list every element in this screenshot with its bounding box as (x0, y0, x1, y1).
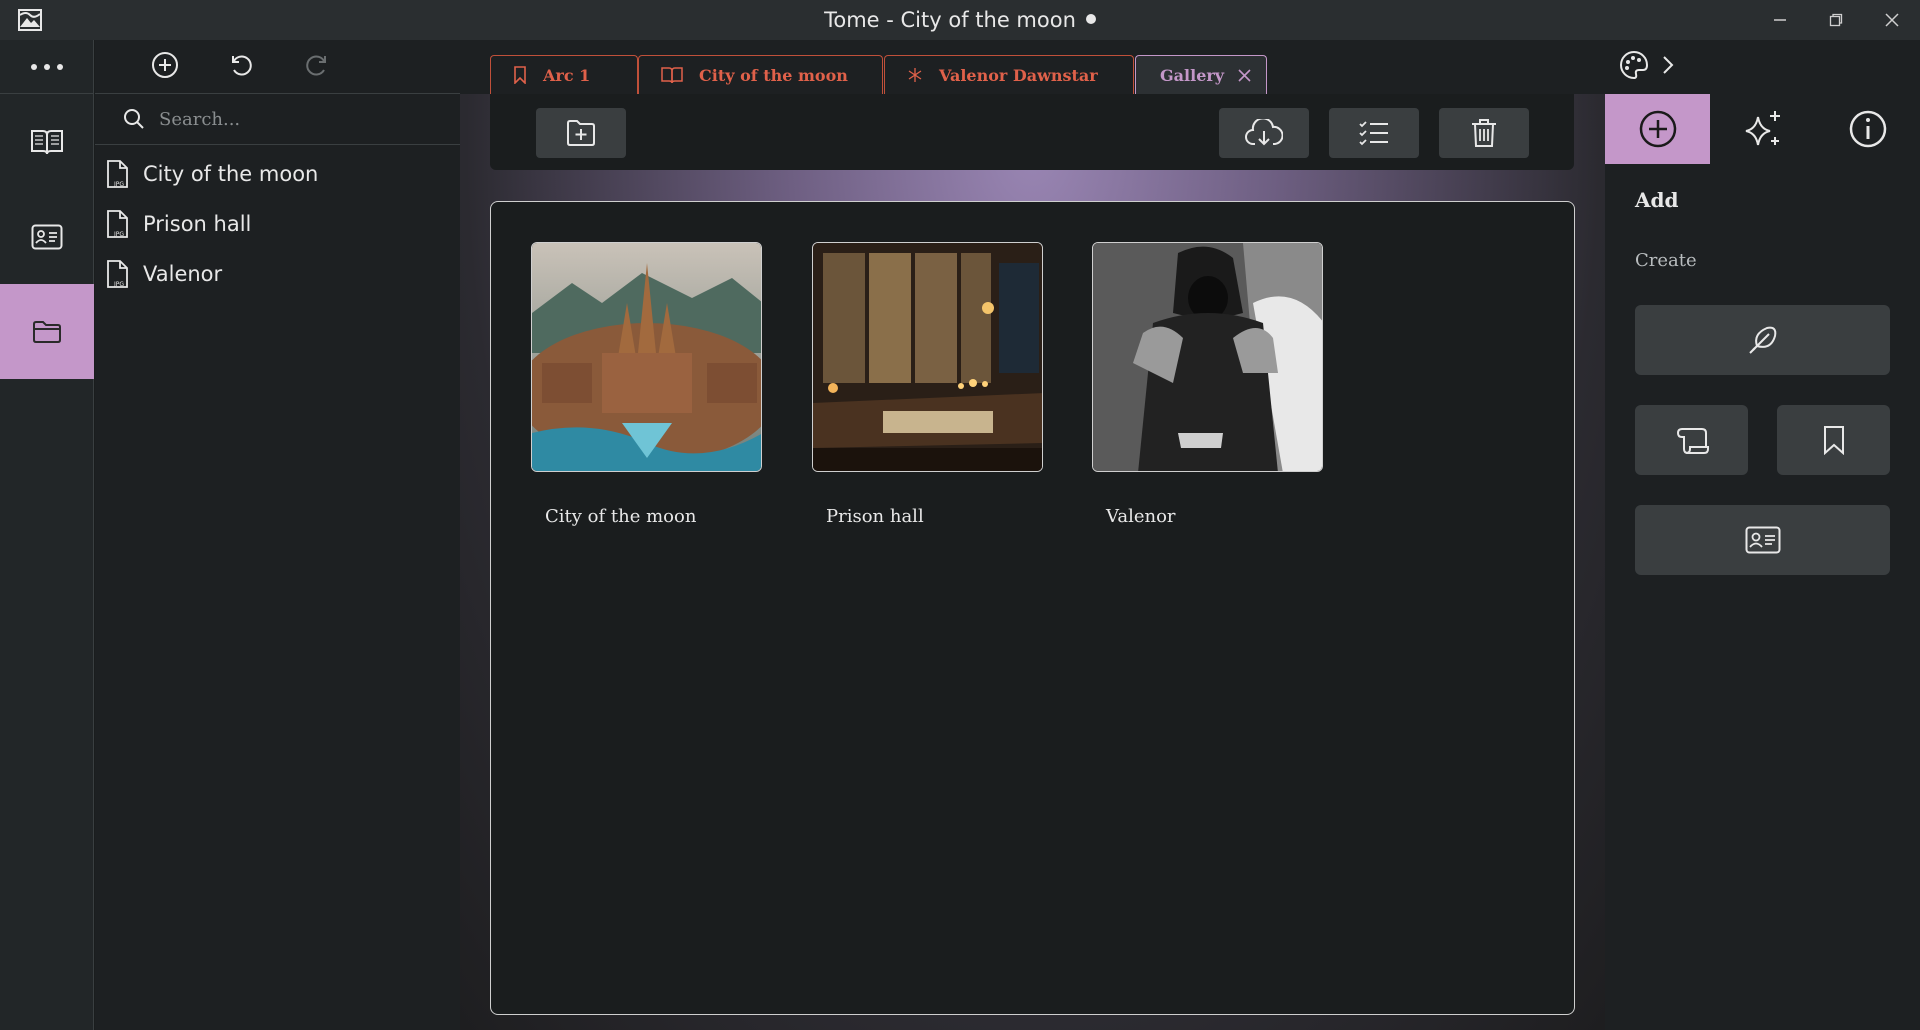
palette-icon (1620, 50, 1649, 80)
window-title: Tome - City of the moon (0, 0, 1920, 40)
undo-icon (232, 55, 252, 75)
gallery-item[interactable]: City of the moon (531, 242, 762, 527)
files-panel: Search... JPG City of the moon JPG Priso… (95, 40, 460, 1030)
more-dots-icon (30, 63, 63, 70)
tab-label: Gallery (1160, 65, 1225, 85)
search-box[interactable]: Search... (95, 94, 460, 145)
jpg-file-icon: JPG (107, 160, 128, 188)
chevron-right-icon (1663, 56, 1674, 74)
bookmark-icon (1823, 426, 1844, 455)
sparkles-icon (1745, 111, 1780, 146)
gallery-thumbnail[interactable] (1092, 242, 1323, 472)
search-input[interactable]: Search... (159, 109, 240, 130)
tab-info[interactable] (1815, 94, 1920, 164)
gallery-grid: City of the moon Prison hall Valenor (490, 201, 1575, 1015)
maximize-button[interactable] (1808, 0, 1864, 40)
tab-add[interactable] (1605, 94, 1710, 164)
rail-item-folder[interactable] (0, 284, 94, 379)
unsaved-indicator (1085, 14, 1096, 24)
tab-generate[interactable] (1710, 94, 1815, 164)
minimize-button[interactable] (1752, 0, 1808, 40)
rail-item-book[interactable] (0, 94, 94, 189)
file-item[interactable]: JPG Prison hall (95, 199, 460, 249)
feather-icon (1748, 326, 1776, 354)
left-rail (0, 40, 94, 1030)
file-item[interactable]: JPG Valenor (95, 249, 460, 299)
add-circle-icon (1639, 110, 1676, 148)
tab-valenor-dawnstar[interactable]: Valenor Dawnstar (884, 55, 1134, 94)
gallery-toolbar (490, 94, 1574, 170)
prison-hall-image (813, 243, 1042, 471)
redo-icon (306, 55, 326, 75)
id-card-icon (1745, 526, 1780, 554)
id-card-icon (31, 224, 63, 249)
tab-city-of-the-moon[interactable]: City of the moon (638, 55, 883, 94)
create-scroll-button[interactable] (1635, 405, 1748, 475)
gallery-caption: City of the moon (545, 506, 697, 527)
add-button[interactable] (151, 51, 179, 83)
gallery-caption: Valenor (1106, 506, 1176, 527)
gallery-caption: Prison hall (826, 506, 924, 527)
tab-arc-1[interactable]: Arc 1 (490, 55, 638, 94)
tab-label: Valenor Dawnstar (939, 65, 1098, 85)
add-file-button[interactable] (536, 108, 626, 158)
title-bar: Tome - City of the moon (0, 0, 1920, 40)
bookmark-icon (514, 66, 526, 84)
city-image (532, 243, 761, 471)
tab-label: Arc 1 (543, 65, 591, 85)
undo-button[interactable] (227, 51, 255, 83)
close-icon (1885, 13, 1899, 27)
svg-text:JPG: JPG (113, 181, 124, 188)
files-toolbar (95, 40, 460, 94)
svg-text:JPG: JPG (113, 281, 124, 288)
delete-button[interactable] (1439, 108, 1529, 158)
create-bookmark-button[interactable] (1777, 405, 1890, 475)
panel-title: Add (1635, 188, 1679, 212)
tab-label: City of the moon (699, 65, 848, 85)
gallery-item[interactable]: Prison hall (812, 242, 1043, 527)
file-item-label: Prison hall (143, 212, 252, 236)
svg-text:JPG: JPG (113, 231, 124, 238)
search-icon (124, 109, 144, 129)
book-icon (31, 129, 63, 154)
cloud-download-icon (1245, 119, 1283, 146)
checklist-icon (1359, 121, 1388, 146)
create-character-button[interactable] (1635, 505, 1890, 575)
trash-icon (1472, 119, 1496, 147)
book-icon (661, 67, 683, 84)
folder-icon (33, 320, 61, 343)
right-panel: Add Create (1605, 40, 1920, 1030)
add-circle-icon (152, 51, 178, 78)
file-item-label: City of the moon (143, 162, 319, 186)
section-label: Create (1635, 250, 1697, 271)
create-note-button[interactable] (1635, 305, 1890, 375)
theme-button[interactable] (1619, 50, 1649, 84)
right-topbar (1605, 40, 1920, 94)
tab-bar: Arc 1 City of the moon Valenor Dawnstar … (460, 40, 1605, 94)
jpg-file-icon: JPG (107, 260, 128, 288)
asterisk-icon (908, 68, 922, 82)
minimize-icon (1774, 19, 1786, 21)
valenor-image (1093, 243, 1322, 471)
rail-item-id-card[interactable] (0, 189, 94, 284)
collapse-panel-button[interactable] (1661, 55, 1675, 79)
more-menu-button[interactable] (0, 40, 93, 94)
gallery-item[interactable]: Valenor (1092, 242, 1323, 527)
close-icon[interactable] (1238, 68, 1251, 82)
close-window-button[interactable] (1864, 0, 1920, 40)
gallery-thumbnail[interactable] (812, 242, 1043, 472)
jpg-file-icon: JPG (107, 210, 128, 238)
tab-gallery[interactable]: Gallery (1135, 55, 1267, 94)
select-button[interactable] (1329, 108, 1419, 158)
maximize-icon (1829, 13, 1843, 27)
info-icon (1849, 110, 1886, 148)
download-button[interactable] (1219, 108, 1309, 158)
file-item[interactable]: JPG City of the moon (95, 149, 460, 199)
file-item-label: Valenor (143, 262, 223, 286)
scroll-icon (1676, 428, 1709, 454)
redo-button[interactable] (303, 51, 331, 83)
add-file-icon (567, 120, 595, 146)
gallery-thumbnail[interactable] (531, 242, 762, 472)
window-title-text: Tome - City of the moon (824, 8, 1076, 32)
